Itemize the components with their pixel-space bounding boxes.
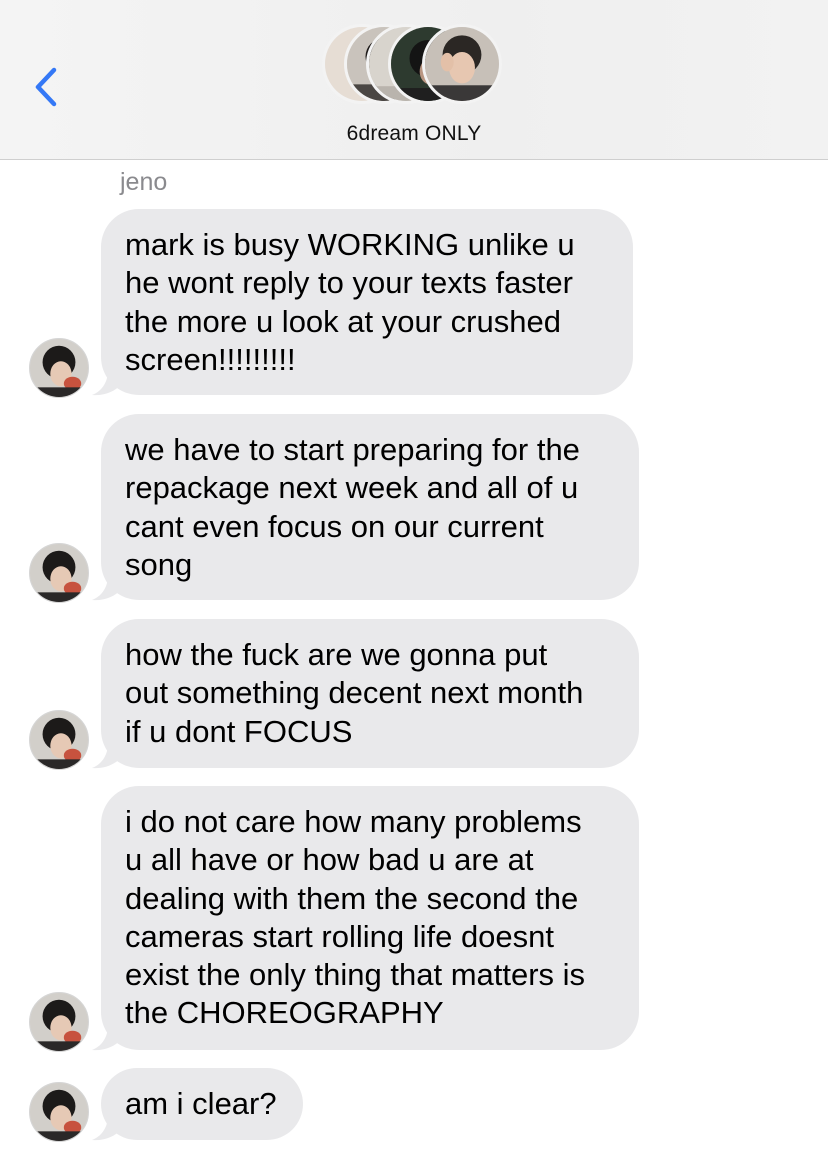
group-avatar-stack[interactable] (322, 24, 512, 108)
message-line: if u dont FOCUS (125, 713, 353, 749)
message-line: exist the only thing that matters is (125, 957, 586, 993)
message-line: we have to start preparing for the (125, 432, 580, 467)
message-line: i do not care how many problems (125, 804, 582, 839)
message-line: dealing with them the second the (125, 880, 579, 916)
message-line: screen!!!!!!!!! (125, 341, 296, 377)
conversation-header: 6dream ONLY (0, 0, 828, 160)
message-bubble[interactable]: we have to start preparing for the repac… (101, 414, 639, 600)
bubble-tail (92, 370, 122, 396)
message-line: song (125, 546, 193, 582)
message-bubble[interactable]: how the fuck are we gonna put out someth… (101, 619, 639, 768)
back-button[interactable] (28, 62, 68, 112)
sender-avatar[interactable] (29, 1082, 89, 1142)
message-bubble[interactable]: i do not care how many problems u all ha… (101, 786, 639, 1050)
bubble-tail (92, 743, 122, 769)
message-line: he wont reply to your texts faster (125, 265, 573, 301)
sender-avatar[interactable] (29, 992, 89, 1052)
bubble-tail (92, 1115, 122, 1141)
bubble-tail (92, 1025, 122, 1051)
message-bubble[interactable]: am i clear? (101, 1068, 303, 1140)
sender-avatar[interactable] (29, 543, 89, 603)
group-name[interactable]: 6dream ONLY (0, 122, 828, 146)
message-line: the CHOREOGRAPHY (125, 995, 444, 1031)
group-member-avatar (422, 24, 502, 104)
sender-name: jeno (120, 168, 168, 196)
message-line: the more u look at your crushed (125, 303, 561, 339)
chevron-left-icon (35, 67, 57, 107)
sender-avatar[interactable] (29, 710, 89, 770)
message-bubble[interactable]: mark is busy WORKING unlike u he wont re… (101, 209, 633, 395)
message-line: cant even focus on our current (125, 508, 544, 544)
message-line: repackage next week and all of u (125, 470, 579, 506)
bubble-tail (92, 575, 122, 601)
sender-avatar[interactable] (29, 338, 89, 398)
message-line: out something decent next month (125, 675, 584, 711)
message-line: am i clear? (125, 1086, 277, 1121)
message-line: mark is busy WORKING unlike u (125, 227, 575, 262)
message-line: how the fuck are we gonna put (125, 637, 548, 672)
message-line: cameras start rolling life doesnt (125, 918, 555, 954)
message-line: u all have or how bad u are at (125, 842, 534, 878)
